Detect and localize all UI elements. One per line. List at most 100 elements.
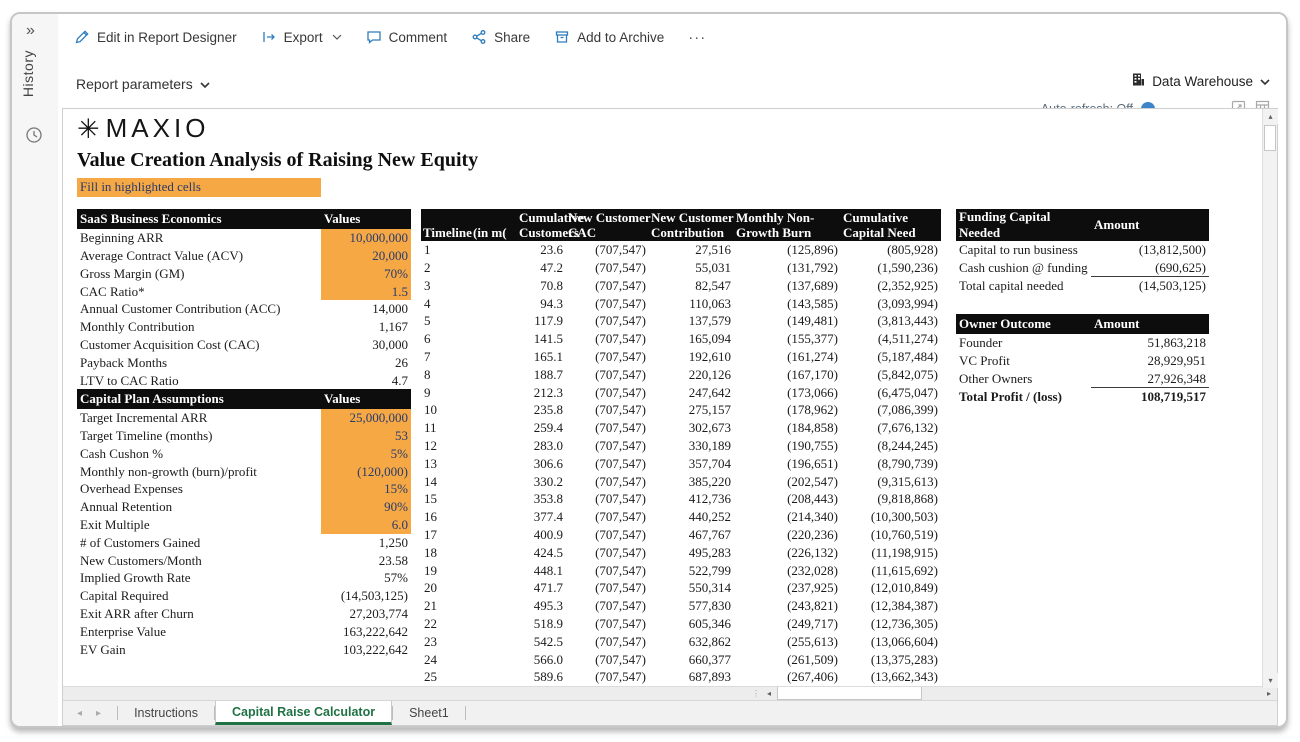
cell-value[interactable]: 377.4 (519, 508, 566, 526)
cell-value[interactable]: (707,547) (566, 633, 649, 651)
cell-timeline[interactable]: 18 (421, 544, 471, 562)
cell-value[interactable]: (707,547) (566, 401, 649, 419)
cell-timeline[interactable]: 2 (421, 259, 471, 277)
sheet-tab-instructions[interactable]: Instructions (118, 701, 214, 725)
cell-value[interactable]: (707,547) (566, 259, 649, 277)
cell-value[interactable]: 566.0 (519, 650, 566, 668)
cell-value[interactable]: (143,585) (734, 294, 841, 312)
cell-value[interactable]: (13,812,500) (1091, 241, 1209, 259)
cell-label[interactable]: Target Incremental ARR (77, 409, 321, 427)
cell-value[interactable]: 235.8 (519, 401, 566, 419)
cell-value[interactable]: (13,375,283) (841, 650, 941, 668)
cell-value[interactable]: 15% (321, 480, 411, 498)
cell-value[interactable]: (707,547) (566, 526, 649, 544)
cell-value[interactable]: (707,547) (566, 348, 649, 366)
cell-empty[interactable] (471, 277, 519, 295)
report-parameters-dropdown[interactable]: Report parameters (76, 76, 210, 92)
cell-value[interactable]: 103,222,642 (321, 640, 411, 658)
cell-value[interactable]: (12,736,305) (841, 615, 941, 633)
cell-label[interactable]: # of Customers Gained (77, 534, 321, 552)
cell-value[interactable]: (125,896) (734, 241, 841, 259)
cell-timeline[interactable]: 23 (421, 633, 471, 651)
table-header[interactable]: Values (321, 389, 411, 409)
export-button[interactable]: Export (261, 29, 342, 45)
cell-value[interactable]: (8,244,245) (841, 437, 941, 455)
cell-value[interactable]: 30,000 (321, 336, 411, 354)
cell-value[interactable]: 110,063 (649, 294, 734, 312)
cell-value[interactable]: 302,673 (649, 419, 734, 437)
column-header[interactable]: CumulativeCustomers (519, 209, 566, 241)
cell-value[interactable]: 495.3 (519, 597, 566, 615)
cell-value[interactable]: (220,236) (734, 526, 841, 544)
cell-value[interactable]: 165.1 (519, 348, 566, 366)
table-header[interactable]: Owner Outcome (956, 314, 1091, 334)
cell-value[interactable]: 117.9 (519, 312, 566, 330)
cell-timeline[interactable]: 13 (421, 455, 471, 473)
cell-value[interactable]: 108,719,517 (1091, 388, 1209, 406)
cell-value[interactable]: (7,676,132) (841, 419, 941, 437)
cell-label[interactable]: Exit Multiple (77, 516, 321, 534)
cell-value[interactable]: (184,858) (734, 419, 841, 437)
cell-value[interactable]: (13,066,604) (841, 633, 941, 651)
cell-value[interactable]: 57% (321, 569, 411, 587)
next-sheet-button[interactable]: ▸ (96, 708, 101, 719)
cell-timeline[interactable]: 1 (421, 241, 471, 259)
cell-value[interactable]: 165,094 (649, 330, 734, 348)
cell-value[interactable]: (707,547) (566, 579, 649, 597)
cell-value[interactable]: 53 (321, 427, 411, 445)
cell-empty[interactable] (471, 419, 519, 437)
cell-empty[interactable] (471, 633, 519, 651)
cell-value[interactable]: (4,511,274) (841, 330, 941, 348)
cell-empty[interactable] (471, 472, 519, 490)
table-header[interactable]: Values (321, 209, 411, 229)
cell-label[interactable]: Cash Cushon % (77, 445, 321, 463)
table-header[interactable]: Capital Plan Assumptions (77, 389, 321, 409)
cell-value[interactable]: 188.7 (519, 366, 566, 384)
cell-value[interactable]: (237,925) (734, 579, 841, 597)
cell-label[interactable]: Founder (956, 334, 1091, 352)
column-header[interactable]: Timeline (421, 209, 471, 241)
cell-value[interactable]: (1,590,236) (841, 259, 941, 277)
cell-value[interactable]: (805,928) (841, 241, 941, 259)
cell-empty[interactable] (471, 615, 519, 633)
cell-value[interactable]: (120,000) (321, 462, 411, 480)
column-header[interactable]: New CustomerContribution (649, 209, 734, 241)
cell-label[interactable]: LTV to CAC Ratio (77, 371, 321, 389)
cell-empty[interactable] (471, 544, 519, 562)
cell-value[interactable]: 51,863,218 (1091, 334, 1209, 352)
cell-value[interactable]: (707,547) (566, 312, 649, 330)
vertical-scrollbar[interactable]: ▴ ▾ (1262, 109, 1277, 688)
cell-label[interactable]: Annual Customer Contribution (ACC) (77, 300, 321, 318)
column-header[interactable]: CumulativeCapital Need (841, 209, 941, 241)
cell-value[interactable]: (255,613) (734, 633, 841, 651)
cell-label[interactable]: Total capital needed (956, 277, 1091, 295)
cell-value[interactable]: (11,615,692) (841, 561, 941, 579)
cell-timeline[interactable]: 16 (421, 508, 471, 526)
cell-label[interactable]: Gross Margin (GM) (77, 265, 321, 283)
cell-value[interactable]: (161,274) (734, 348, 841, 366)
cell-value[interactable]: (208,443) (734, 490, 841, 508)
cell-value[interactable]: 412,736 (649, 490, 734, 508)
cell-value[interactable]: 440,252 (649, 508, 734, 526)
cell-value[interactable]: 275,157 (649, 401, 734, 419)
cell-timeline[interactable]: 6 (421, 330, 471, 348)
cell-value[interactable]: (173,066) (734, 383, 841, 401)
cell-value[interactable]: 467,767 (649, 526, 734, 544)
cell-value[interactable]: 23.6 (519, 241, 566, 259)
cell-value[interactable]: 687,893 (649, 668, 734, 686)
cell-empty[interactable] (471, 312, 519, 330)
cell-value[interactable]: 212.3 (519, 383, 566, 401)
cell-empty[interactable] (471, 241, 519, 259)
cell-label[interactable]: Implied Growth Rate (77, 569, 321, 587)
sheet-tab-capital-raise-calculator[interactable]: Capital Raise Calculator (215, 701, 392, 725)
share-button[interactable]: Share (471, 29, 530, 45)
cell-empty[interactable] (471, 490, 519, 508)
cell-value[interactable]: 605,346 (649, 615, 734, 633)
cell-label[interactable]: Customer Acquisition Cost (CAC) (77, 336, 321, 354)
cell-value[interactable]: 5% (321, 445, 411, 463)
cell-value[interactable]: (14,503,125) (1091, 277, 1209, 295)
cell-empty[interactable] (471, 650, 519, 668)
cell-value[interactable]: (131,792) (734, 259, 841, 277)
cell-value[interactable]: 47.2 (519, 259, 566, 277)
cell-value[interactable]: 23.58 (321, 551, 411, 569)
